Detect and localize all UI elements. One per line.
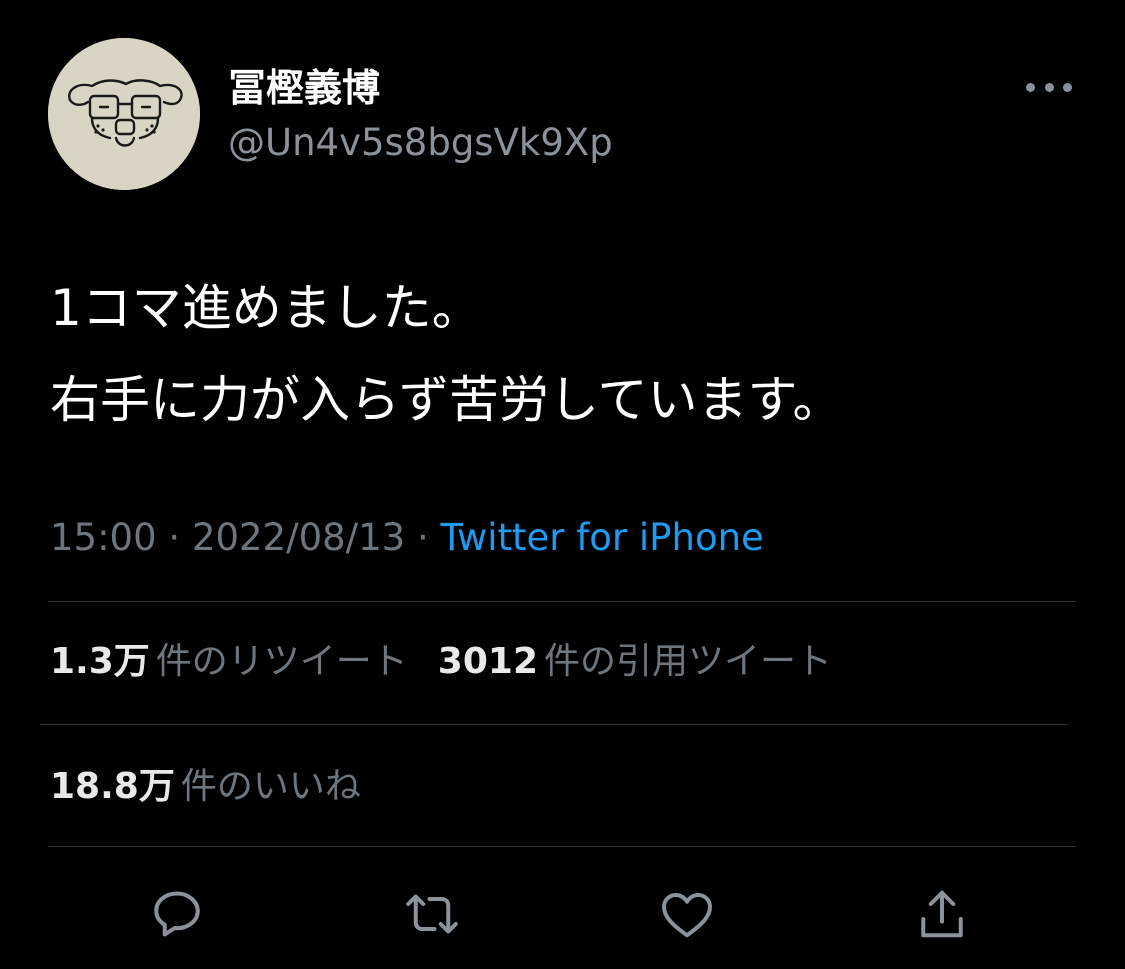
share-icon	[921, 890, 963, 938]
likes-label: 件のいいね	[180, 766, 361, 807]
tweet-text: 1コマ進めました。 右手に力が入らず苦労しています。	[50, 262, 1090, 446]
retweet-button[interactable]	[398, 880, 466, 948]
share-button[interactable]	[908, 880, 976, 948]
tweet-line: 1コマ進めました。	[50, 279, 482, 337]
divider	[48, 846, 1076, 847]
action-bar	[0, 880, 1125, 948]
meta-separator: ·	[168, 516, 181, 559]
author-display-name[interactable]: 冨樫義博	[228, 62, 380, 114]
stats-row-likes: 18.8万 件のいいね	[50, 762, 361, 812]
tweet-date[interactable]: 2022/08/13	[192, 516, 405, 559]
retweet-icon	[406, 894, 458, 934]
likes-stat[interactable]: 18.8万 件のいいね	[50, 766, 361, 807]
more-dot	[1063, 82, 1072, 92]
avatar-drawing	[48, 38, 200, 190]
heart-icon	[662, 893, 712, 938]
more-options-button[interactable]	[1024, 70, 1074, 104]
author-handle[interactable]: @Un4v5s8bgsVk9Xp	[228, 118, 613, 168]
tweet-line: 右手に力が入らず苦労しています。	[50, 371, 843, 429]
reply-icon	[154, 891, 200, 937]
like-button[interactable]	[653, 880, 721, 948]
tweet-meta: 15:00 · 2022/08/13 · Twitter for iPhone	[50, 513, 764, 563]
stats-row-shares: 1.3万 件のリツイート 3012 件の引用ツイート	[50, 637, 832, 687]
more-dot	[1044, 82, 1054, 92]
tweet-source-link[interactable]: Twitter for iPhone	[441, 516, 764, 559]
avatar[interactable]	[48, 38, 200, 190]
quotes-label: 件の引用ツイート	[544, 641, 833, 682]
reply-button[interactable]	[143, 880, 211, 948]
quotes-count: 3012	[437, 641, 538, 682]
quotes-stat[interactable]: 3012 件の引用ツイート	[438, 641, 832, 682]
retweets-count: 1.3万	[50, 641, 150, 682]
tweet-time[interactable]: 15:00	[50, 516, 157, 559]
retweets-stat[interactable]: 1.3万 件のリツイート	[50, 641, 408, 682]
divider	[48, 601, 1076, 602]
divider	[40, 724, 1068, 725]
meta-separator: ·	[416, 516, 429, 559]
likes-count: 18.8万	[50, 766, 175, 807]
retweets-label: 件のリツイート	[155, 641, 408, 682]
more-horizontal-icon	[1026, 82, 1035, 92]
